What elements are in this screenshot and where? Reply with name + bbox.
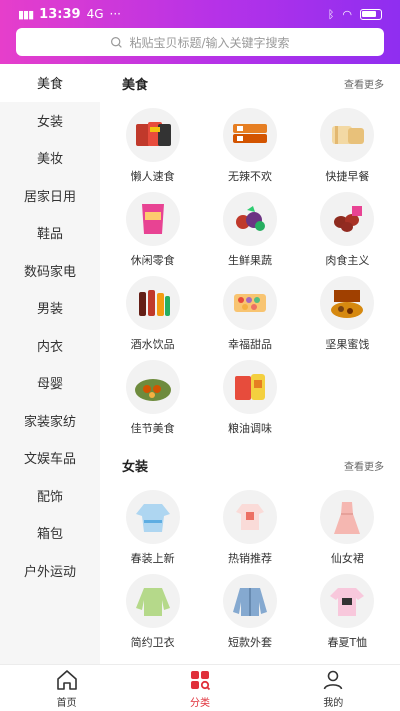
category-item[interactable]: 休闲零食 <box>104 186 201 270</box>
category-item[interactable]: 酒水饮品 <box>104 270 201 354</box>
sidebar-item-entertainment[interactable]: 文娱车品 <box>0 439 100 477</box>
sidebar-item-furnishing[interactable]: 家装家纺 <box>0 402 100 440</box>
item-label: 酒水饮品 <box>130 338 175 351</box>
category-icon <box>190 670 211 690</box>
item-label: 无辣不欢 <box>227 170 272 183</box>
category-sidebar: 美食 女装 美妆 居家日用 鞋品 数码家电 男装 内衣 母婴 家装家纺 文娱车品… <box>0 64 100 664</box>
item-label: 坚果蜜饯 <box>325 338 370 351</box>
item-label: 生鲜果蔬 <box>227 254 272 267</box>
item-label: 粮油调味 <box>227 422 272 435</box>
profile-icon <box>324 670 343 689</box>
item-label: 肉食主义 <box>325 254 370 267</box>
category-item[interactable]: 春装上新 <box>104 484 201 568</box>
tab-category[interactable]: 分类 <box>133 665 266 711</box>
category-item[interactable]: 坚果蜜饯 <box>299 270 396 354</box>
sidebar-item-accessories[interactable]: 配饰 <box>0 477 100 515</box>
item-label: 热销推荐 <box>227 552 272 565</box>
sidebar-item-food[interactable]: 美食 <box>0 64 100 102</box>
more-dots-icon: ··· <box>109 7 121 21</box>
festival-food-icon <box>134 379 171 401</box>
category-item[interactable]: 生鲜果蔬 <box>201 186 298 270</box>
status-bar: ▮▮▮ 13:39 4G ··· ᛒ ◠ <box>0 0 400 28</box>
category-item[interactable]: 无辣不欢 <box>201 102 298 186</box>
nuts-icon <box>331 290 364 318</box>
dress-icon <box>334 502 361 534</box>
search-input[interactable]: 粘贴宝贝标题/输入关键字搜索 <box>16 28 384 56</box>
item-label: 休闲零食 <box>130 254 175 267</box>
category-content: 美食 查看更多 懒人速食 无辣不欢 快捷早餐 休闲零食 生鲜果蔬 肉食主义 酒水… <box>100 64 400 664</box>
tab-profile[interactable]: 我的 <box>267 665 400 711</box>
tab-label: 分类 <box>189 697 210 709</box>
section-food: 美食 查看更多 懒人速食 无辣不欢 快捷早餐 休闲零食 生鲜果蔬 肉食主义 酒水… <box>100 64 400 438</box>
sidebar-item-outdoor[interactable]: 户外运动 <box>0 552 100 590</box>
see-more-link[interactable]: 查看更多 <box>344 76 384 91</box>
blouse-icon <box>135 504 170 532</box>
sidebar-item-mens[interactable]: 男装 <box>0 289 100 327</box>
top-icon <box>235 504 264 530</box>
category-item[interactable]: 佳节美食 <box>104 354 201 438</box>
instant-noodle-icon <box>135 122 171 146</box>
item-label: 懒人速食 <box>130 170 175 183</box>
category-item[interactable]: 春夏T恤 <box>299 568 396 652</box>
category-item[interactable]: 热销推荐 <box>201 484 298 568</box>
tshirt-icon <box>330 588 365 616</box>
sidebar-item-digital[interactable]: 数码家电 <box>0 252 100 290</box>
category-item[interactable]: 仙女裙 <box>299 484 396 568</box>
battery-icon <box>360 8 382 20</box>
sidebar-item-underwear[interactable]: 内衣 <box>0 327 100 365</box>
tab-home[interactable]: 首页 <box>0 665 133 711</box>
section-womens: 女装 查看更多 春装上新 热销推荐 仙女裙 简约卫衣 短款外套 春夏T恤 <box>100 446 400 652</box>
category-item[interactable]: 简约卫衣 <box>104 568 201 652</box>
tab-label: 我的 <box>323 697 344 709</box>
chips-icon <box>141 204 164 234</box>
item-label: 幸福甜品 <box>227 338 272 351</box>
status-time: 13:39 <box>39 6 81 22</box>
item-label: 快捷早餐 <box>325 170 370 183</box>
tab-label: 首页 <box>56 697 77 709</box>
category-item[interactable]: 懒人速食 <box>104 102 201 186</box>
category-item[interactable]: 肉食主义 <box>299 186 396 270</box>
sidebar-item-shoes[interactable]: 鞋品 <box>0 214 100 252</box>
section-title: 女装 <box>122 459 149 475</box>
item-label: 春夏T恤 <box>327 636 368 649</box>
network-label: 4G <box>86 7 104 21</box>
search-placeholder: 粘贴宝贝标题/输入关键字搜索 <box>129 35 290 50</box>
item-label: 仙女裙 <box>330 552 364 565</box>
sidebar-item-beauty[interactable]: 美妆 <box>0 139 100 177</box>
item-label: 佳节美食 <box>130 422 175 435</box>
bread-icon <box>332 126 365 144</box>
category-item[interactable]: 短款外套 <box>201 568 298 652</box>
sweatshirt-icon <box>135 588 170 616</box>
drinks-icon <box>138 290 170 316</box>
home-icon <box>56 669 77 690</box>
sidebar-item-bags[interactable]: 箱包 <box>0 514 100 552</box>
bluetooth-icon: ᛒ <box>327 7 335 21</box>
section-title: 美食 <box>122 77 149 93</box>
dessert-icon <box>233 294 266 312</box>
item-label: 简约卫衣 <box>130 636 175 649</box>
sidebar-item-baby[interactable]: 母婴 <box>0 364 100 402</box>
item-label: 短款外套 <box>227 636 272 649</box>
search-icon <box>111 36 123 48</box>
see-more-link[interactable]: 查看更多 <box>344 458 384 473</box>
category-item[interactable]: 粮油调味 <box>201 354 298 438</box>
category-item[interactable]: 幸福甜品 <box>201 270 298 354</box>
sidebar-item-womens[interactable]: 女装 <box>0 102 100 140</box>
wifi-icon: ◠ <box>342 7 352 21</box>
category-item[interactable]: 快捷早餐 <box>299 102 396 186</box>
jacket-icon <box>232 588 267 616</box>
header: ▮▮▮ 13:39 4G ··· ᛒ ◠ 粘贴宝贝标题/输入关键字搜索 <box>0 0 400 64</box>
oil-icon <box>234 374 265 400</box>
fruit-icon <box>235 206 265 231</box>
bottom-tab-bar: 首页 分类 我的 <box>0 664 400 711</box>
item-label: 春装上新 <box>130 552 175 565</box>
signal-icon: ▮▮▮ <box>18 7 34 21</box>
spicy-snack-icon <box>232 124 267 143</box>
sidebar-item-home[interactable]: 居家日用 <box>0 177 100 215</box>
meat-icon <box>334 206 363 232</box>
